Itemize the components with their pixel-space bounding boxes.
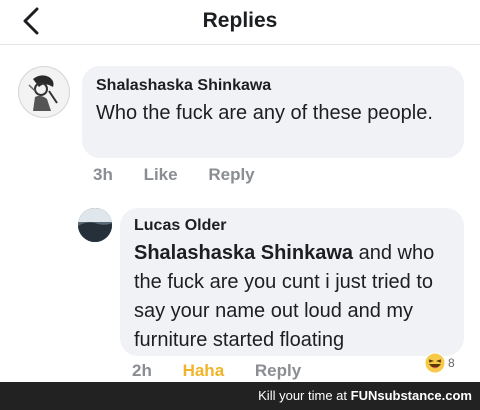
reaction-count: 8 [448, 356, 455, 370]
mention-link[interactable]: Shalashaska Shinkawa [134, 242, 353, 264]
comment-bubble: Shalashaska Shinkawa Who the fuck are an… [82, 66, 464, 158]
reaction-summary[interactable]: 8 [424, 352, 455, 374]
watermark-text: Kill your time at [258, 388, 351, 403]
haha-reaction-button[interactable]: Haha [183, 361, 225, 381]
reply-button[interactable]: Reply [208, 165, 254, 185]
page-title: Replies [202, 9, 278, 32]
header-divider [0, 44, 480, 45]
watermark-banner: Kill your time at FUNsubstance.com [0, 382, 480, 410]
comment-actions: 3h Like Reply [93, 165, 281, 185]
profile-picture-icon [20, 68, 68, 116]
comment-actions: 2h Haha Reply [132, 361, 327, 381]
avatar[interactable] [18, 66, 70, 118]
watermark-brand: FUNsubstance.com [350, 388, 472, 403]
avatar[interactable] [78, 208, 112, 242]
haha-emoji-icon [424, 352, 446, 374]
top-bar: Replies [0, 0, 480, 44]
comment-timestamp: 2h [132, 361, 152, 380]
like-button[interactable]: Like [144, 165, 178, 185]
comment-author[interactable]: Lucas Older [134, 216, 450, 236]
comment-author[interactable]: Shalashaska Shinkawa [96, 76, 450, 96]
comment-text: Shalashaska Shinkawa and who the fuck ar… [134, 239, 450, 355]
comment-timestamp: 3h [93, 165, 113, 184]
profile-picture-icon [78, 208, 112, 242]
comment-text: Who the fuck are any of these people. [96, 102, 433, 124]
comment-bubble: Lucas Older Shalashaska Shinkawa and who… [120, 208, 464, 356]
reply-button[interactable]: Reply [255, 361, 301, 381]
